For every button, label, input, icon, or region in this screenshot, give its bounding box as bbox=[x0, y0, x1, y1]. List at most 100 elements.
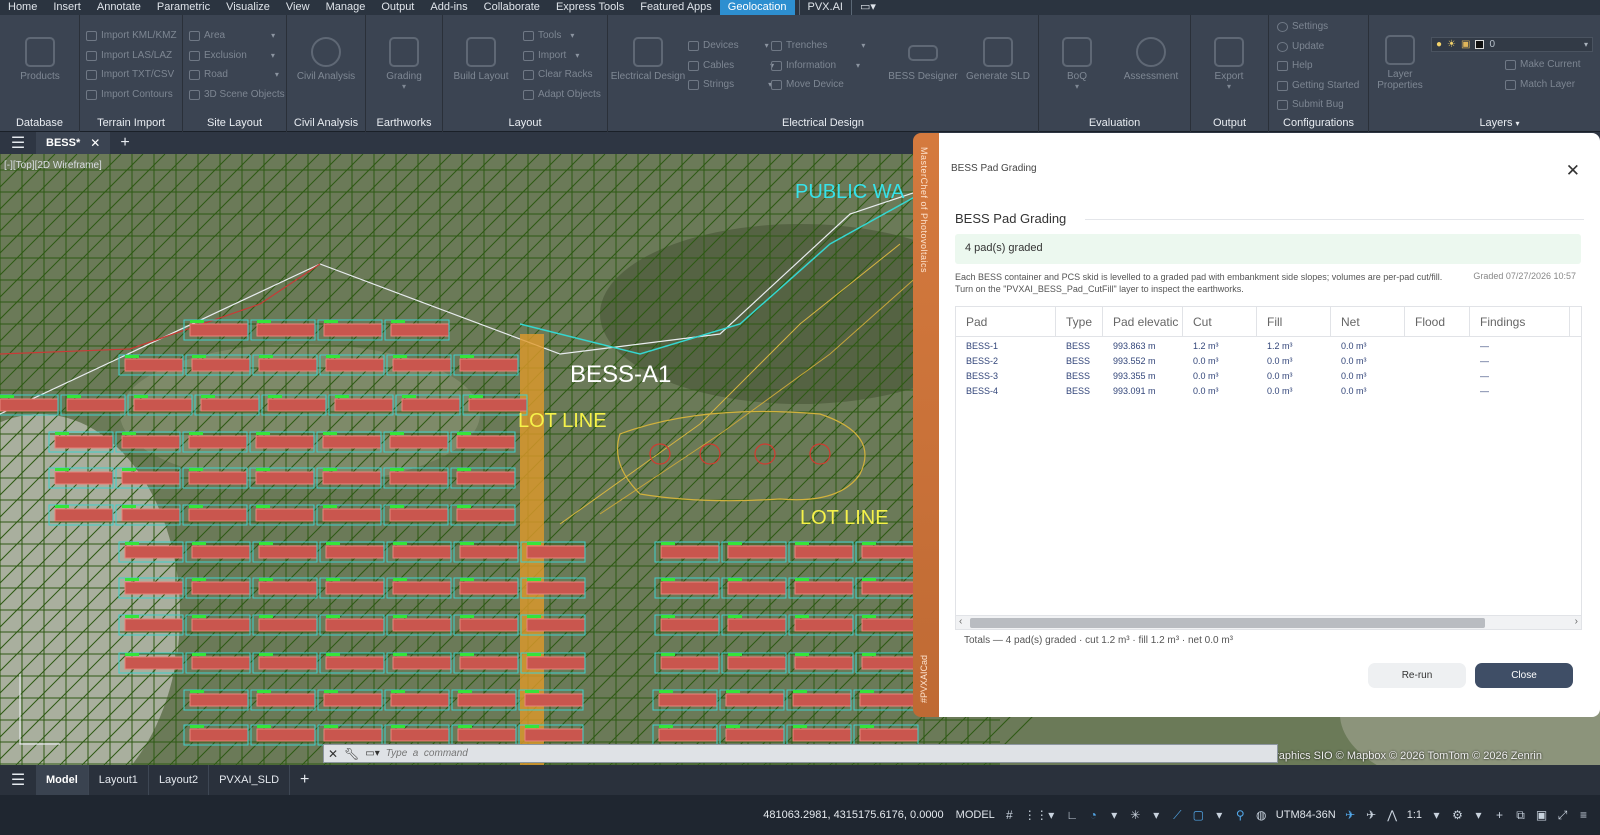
auto-scale-icon[interactable]: ✈ bbox=[1365, 808, 1378, 822]
build-layout-button[interactable]: Build Layout bbox=[443, 37, 519, 82]
viewport-controls-label[interactable]: [-][Top][2D Wireframe] bbox=[4, 160, 102, 171]
assessment-button[interactable]: Assessment bbox=[1113, 37, 1189, 82]
clear-racks-button[interactable]: Clear Racks bbox=[523, 69, 592, 80]
import-kml-button[interactable]: Import KML/KMZ bbox=[86, 30, 177, 41]
trenches-button[interactable]: Trenches ▾ bbox=[771, 40, 865, 51]
column-header[interactable]: Pad elevatic bbox=[1103, 307, 1183, 336]
grid-icon[interactable]: # bbox=[1003, 808, 1016, 822]
column-header[interactable]: Findings bbox=[1470, 307, 1570, 336]
menu-collaborate[interactable]: Collaborate bbox=[476, 0, 548, 15]
workspace-gear-icon[interactable]: ⚙ bbox=[1451, 808, 1464, 822]
chevron-down-icon[interactable]: ▾ bbox=[1213, 808, 1226, 822]
scrollbar-thumb[interactable] bbox=[970, 618, 1485, 628]
scene-objects-button[interactable]: 3D Scene Objects bbox=[189, 89, 285, 100]
menu-overflow-icon[interactable]: ▭▾ bbox=[852, 0, 884, 15]
wrench-icon[interactable]: 🔧︎ bbox=[344, 747, 359, 761]
scroll-right-icon[interactable]: › bbox=[1575, 616, 1578, 627]
chevron-down-icon[interactable]: ▾ bbox=[1430, 808, 1443, 822]
panel-title-layers[interactable]: Layers ▾ bbox=[1399, 117, 1600, 129]
coordinate-system[interactable]: UTM84-36N bbox=[1276, 809, 1336, 821]
rerun-button[interactable]: Re-run bbox=[1368, 663, 1466, 688]
settings-button[interactable]: Settings bbox=[1277, 21, 1328, 32]
column-header[interactable]: Cut bbox=[1183, 307, 1257, 336]
isodraft-icon[interactable]: ✳ bbox=[1129, 808, 1142, 822]
layer-dropdown[interactable]: ● ☀ ▣ 0 ▾ bbox=[1431, 37, 1593, 52]
polar-tracking-icon[interactable]: ◔ bbox=[1087, 808, 1100, 822]
menu-annotate[interactable]: Annotate bbox=[89, 0, 149, 15]
customize-icon[interactable]: ≡ bbox=[1577, 808, 1590, 822]
cables-button[interactable]: Cables ▾ bbox=[688, 60, 774, 71]
help-button[interactable]: Help bbox=[1277, 60, 1313, 71]
model-space-toggle[interactable]: MODEL bbox=[956, 809, 995, 821]
annotation-scale-value[interactable]: 1:1 bbox=[1407, 809, 1422, 821]
table-row[interactable]: BESS-1 BESS 993.863 m 1.2 m³ 1.2 m³ 0.0 m³ — bbox=[956, 339, 1581, 354]
column-header[interactable]: Pad bbox=[956, 307, 1056, 336]
column-header[interactable]: Flood bbox=[1405, 307, 1470, 336]
import-button[interactable]: Import ▾ bbox=[523, 50, 579, 61]
layout-tab-layout1[interactable]: Layout1 bbox=[89, 765, 149, 795]
snap-icon[interactable]: ⋮⋮ bbox=[1024, 808, 1048, 822]
chevron-down-icon[interactable]: ▾ bbox=[1108, 808, 1121, 822]
horizontal-scrollbar[interactable]: ‹ › bbox=[956, 615, 1581, 629]
match-layer-button[interactable]: Match Layer bbox=[1505, 79, 1575, 90]
new-tab-icon[interactable]: + bbox=[110, 134, 139, 152]
layer-properties-button[interactable]: Layer Properties bbox=[1369, 35, 1431, 91]
menu-geolocation[interactable]: Geolocation bbox=[719, 0, 795, 15]
close-icon[interactable]: ✕ bbox=[1566, 161, 1580, 181]
document-tab-bess[interactable]: BESS* ✕ bbox=[36, 132, 111, 154]
layout-tab-model[interactable]: Model bbox=[36, 765, 89, 795]
hamburger-menu-icon[interactable]: ☰ bbox=[0, 133, 36, 153]
submit-bug-button[interactable]: Submit Bug bbox=[1277, 99, 1344, 110]
strings-button[interactable]: Strings ▾ bbox=[688, 79, 772, 90]
layout-tab-layout2[interactable]: Layout2 bbox=[149, 765, 210, 795]
menu-manage[interactable]: Manage bbox=[318, 0, 374, 15]
close-tab-icon[interactable]: ✕ bbox=[90, 132, 100, 154]
information-button[interactable]: Information ▾ bbox=[771, 60, 860, 71]
add-layout-icon[interactable]: + bbox=[290, 771, 319, 789]
chevron-down-icon[interactable]: ▾ bbox=[1472, 808, 1485, 822]
command-history-icon[interactable]: ▭▾ bbox=[365, 748, 379, 759]
scroll-left-icon[interactable]: ‹ bbox=[959, 616, 962, 627]
menu-parametric[interactable]: Parametric bbox=[149, 0, 218, 15]
menu-view[interactable]: View bbox=[278, 0, 318, 15]
graphics-performance-icon[interactable]: ▣ bbox=[1535, 808, 1548, 822]
move-device-button[interactable]: Move Device bbox=[771, 79, 844, 90]
table-row[interactable]: BESS-3 BESS 993.355 m 0.0 m³ 0.0 m³ 0.0 m³ — bbox=[956, 369, 1581, 384]
ortho-icon[interactable]: ∟ bbox=[1066, 808, 1079, 822]
update-button[interactable]: Update bbox=[1277, 41, 1324, 52]
menu-visualize[interactable]: Visualize bbox=[218, 0, 278, 15]
object-snap-tracking-icon[interactable]: ⟋ bbox=[1171, 808, 1184, 822]
make-current-button[interactable]: Make Current bbox=[1505, 59, 1581, 70]
tools-button[interactable]: Tools ▾ bbox=[523, 30, 574, 41]
menu-express-tools[interactable]: Express Tools bbox=[548, 0, 632, 15]
menu-home[interactable]: Home bbox=[0, 0, 45, 15]
adapt-objects-button[interactable]: Adapt Objects bbox=[523, 89, 601, 100]
menu-insert[interactable]: Insert bbox=[45, 0, 89, 15]
getting-started-button[interactable]: Getting Started bbox=[1277, 80, 1359, 91]
menu-pvx-ai[interactable]: PVX.AI bbox=[798, 0, 852, 16]
menu-output[interactable]: Output bbox=[373, 0, 422, 15]
civil-analysis-button[interactable]: Civil Analysis bbox=[288, 37, 364, 82]
object-snap-icon[interactable]: ▢ bbox=[1192, 808, 1205, 822]
table-row[interactable]: BESS-2 BESS 993.552 m 0.0 m³ 0.0 m³ 0.0 m³ — bbox=[956, 354, 1581, 369]
import-contours-button[interactable]: Import Contours bbox=[86, 89, 173, 100]
layout-tab-pvxai-sld[interactable]: PVXAI_SLD bbox=[209, 765, 291, 795]
boq-button[interactable]: BoQ ▾ bbox=[1039, 37, 1115, 91]
close-button[interactable]: Close bbox=[1475, 663, 1573, 688]
geolocation-pin-icon[interactable]: ⚲ bbox=[1234, 808, 1247, 822]
close-icon[interactable]: ✕ bbox=[328, 747, 338, 761]
layout-menu-icon[interactable]: ☰ bbox=[0, 770, 36, 790]
area-button[interactable]: Area ▾ bbox=[189, 30, 275, 41]
annotation-visibility-icon[interactable]: ✈ bbox=[1344, 808, 1357, 822]
isolate-objects-icon[interactable]: ⧉ bbox=[1514, 808, 1527, 822]
command-input[interactable] bbox=[385, 748, 1277, 759]
column-header[interactable]: Net bbox=[1331, 307, 1405, 336]
bess-designer-button[interactable]: BESS Designer bbox=[885, 37, 961, 82]
electrical-design-button[interactable]: Electrical Design bbox=[610, 37, 686, 82]
plus-icon[interactable]: + bbox=[1493, 808, 1506, 822]
import-txt-button[interactable]: Import TXT/CSV bbox=[86, 69, 174, 80]
menu-add-ins[interactable]: Add-ins bbox=[422, 0, 475, 15]
chevron-down-icon[interactable]: ▾ bbox=[1150, 808, 1163, 822]
table-row[interactable]: BESS-4 BESS 993.091 m 0.0 m³ 0.0 m³ 0.0 m³ — bbox=[956, 384, 1581, 399]
column-header[interactable]: Type bbox=[1056, 307, 1103, 336]
